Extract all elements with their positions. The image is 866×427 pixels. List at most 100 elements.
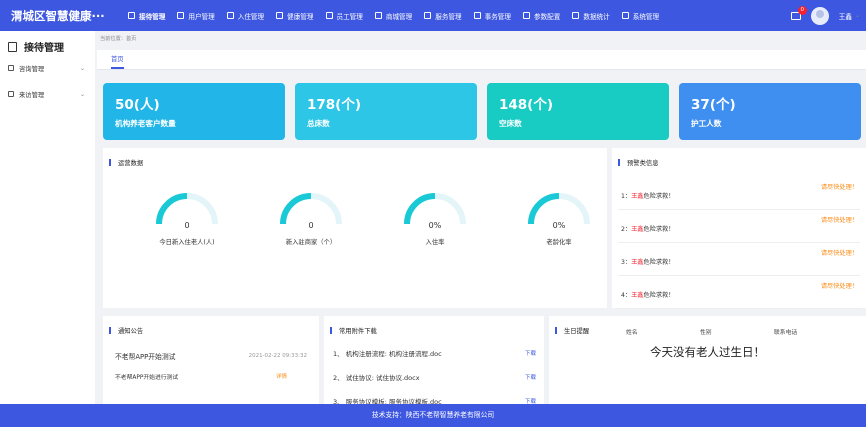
gauge-arc: 0: [156, 193, 218, 230]
warning-title: 预警类信息: [627, 159, 659, 167]
sidebar: 接待管理 咨询管理 ⌄ 来访管理 ⌄: [0, 31, 95, 404]
stat-cards: 50(人) 机构养老客户数量 178(个) 总床数 148(个) 空床数 37(个) 护工人数: [103, 83, 861, 140]
gauge-value: 0%: [553, 221, 566, 230]
app-title: 渭城区智慧健康···: [11, 8, 105, 23]
visit-icon: [8, 91, 14, 97]
chevron-down-icon: ⌄: [854, 12, 860, 19]
nav-item[interactable]: 员工管理: [320, 0, 369, 31]
tab-bar: 首页: [97, 50, 866, 70]
user-menu[interactable]: 王鑫 ⌄: [839, 11, 860, 21]
nav-item-label: 参数配置: [534, 12, 561, 21]
warning-panel: 预警类信息 1：王鑫危险求救！ 请尽快处理！ 2：王鑫危险求救！ 请尽快处理！ 3：王鑫…: [612, 148, 866, 309]
warning-text: 2：王鑫危险求救！: [621, 224, 674, 233]
downloads-title: 常用附件下载: [339, 327, 377, 335]
birthday-table-header: 姓名 性别 联系电话: [549, 327, 866, 336]
warning-action-link[interactable]: 请尽快处理！: [821, 281, 858, 290]
gauge: 0 今日新入住老人(人): [125, 190, 249, 246]
operation-title: 运营数据: [118, 159, 144, 167]
warning-index: 4：: [621, 292, 632, 299]
warning-message: 危险求救！: [643, 226, 675, 233]
mail-icon[interactable]: 0: [790, 5, 807, 20]
reception-icon: [8, 41, 17, 52]
tab-home[interactable]: 首页: [111, 54, 124, 69]
sidebar-title: 接待管理: [0, 31, 95, 55]
download-link[interactable]: 下载: [525, 349, 536, 357]
gauge-label: 入住率: [425, 239, 445, 246]
warning-index: 3：: [621, 259, 632, 266]
stat-value: 37(个): [691, 97, 736, 113]
gauge-row: 0 今日新入住老人(人) 0 新入驻商家（个） 0% 入住率 0% 老龄化率: [125, 190, 621, 246]
nav-item[interactable]: 接待管理: [122, 0, 171, 31]
nav-item-label: 员工管理: [336, 12, 363, 21]
sidebar-item-visit[interactable]: 来访管理 ⌄: [0, 81, 95, 107]
download-text: 3、 服务协议模板: 服务协议模板.doc: [333, 398, 442, 404]
nav-item-label: 事务管理: [484, 12, 511, 21]
nav-item[interactable]: 服务管理: [418, 0, 467, 31]
warning-index: 1：: [621, 193, 632, 200]
service-icon: [424, 12, 432, 19]
panel-title: 常用附件下载: [324, 323, 544, 337]
nav-item[interactable]: 入住管理: [221, 0, 270, 31]
warning-item: 3：王鑫危险求救！ 请尽快处理！: [618, 243, 860, 276]
nav-item-label: 服务管理: [435, 12, 462, 21]
nav-item-label: 入住管理: [237, 12, 265, 21]
nav-item[interactable]: 商城管理: [369, 0, 418, 31]
birthday-empty-text: 今天没有老人过生日！: [650, 345, 765, 359]
nav-item[interactable]: 参数配置: [517, 0, 566, 31]
warning-name: 王鑫: [631, 259, 644, 266]
operation-panel: 运营数据 0 今日新入住老人(人) 0 新入驻商家（个） 0% 入住率 0% 老龄化率: [103, 148, 607, 308]
warning-message: 危险求救！: [643, 259, 675, 266]
sidebar-title-label: 接待管理: [24, 43, 64, 54]
sidebar-item-consult[interactable]: 咨询管理 ⌄: [0, 55, 95, 81]
notice-item[interactable]: 不老帮APP开始测试 2021-02-22 09:33:32: [103, 346, 319, 366]
download-link[interactable]: 下载: [525, 397, 536, 404]
warning-text: 3：王鑫危险求救！: [621, 257, 674, 266]
warning-item: 1：王鑫危险求救！ 请尽快处理！: [618, 177, 860, 210]
gauge-arc: 0: [280, 193, 342, 230]
nav-item[interactable]: 用户管理: [171, 0, 220, 31]
stat-value: 50(人): [115, 97, 160, 113]
stat-value: 148(个): [499, 97, 554, 113]
warning-action-link[interactable]: 请尽快处理！: [821, 182, 858, 191]
warning-name: 王鑫: [631, 292, 644, 299]
notice-detail-link[interactable]: 详情: [276, 372, 287, 380]
chevron-down-icon: ⌄: [79, 90, 85, 98]
avatar[interactable]: [810, 6, 829, 25]
warning-message: 危险求救！: [643, 193, 675, 200]
gauge-value: 0%: [429, 221, 442, 230]
warning-action-link[interactable]: 请尽快处理！: [821, 248, 858, 257]
notice-text: 不老帮APP开始进行测试: [115, 374, 179, 381]
sidebar-item-label: 咨询管理: [19, 65, 45, 73]
birthday-title: 生日提醒: [564, 327, 590, 335]
warning-index: 2：: [621, 226, 632, 233]
notice-panel: 通知公告 不老帮APP开始测试 2021-02-22 09:33:32 不老帮A…: [103, 316, 319, 404]
breadcrumb: 当前位置：首页: [100, 36, 137, 42]
gauge: 0 新入驻商家（个）: [249, 190, 373, 246]
warning-text: 4：王鑫危险求救！: [621, 290, 674, 299]
stat-card: 37(个) 护工人数: [679, 83, 861, 140]
top-right-tools: 0 王鑫 ⌄: [790, 0, 860, 31]
warning-action-link[interactable]: 请尽快处理！: [821, 215, 858, 224]
nav-item-label: 接待管理: [139, 12, 166, 21]
notice-item[interactable]: 不老帮APP开始进行测试 详情: [103, 366, 319, 386]
nav-item-label: 系统管理: [632, 12, 660, 21]
warning-name: 王鑫: [631, 193, 644, 200]
nav-item[interactable]: 系统管理: [616, 0, 665, 31]
footer: 技术支持：陕西不老帮智慧养老有限公司: [0, 404, 866, 427]
nav-item[interactable]: 健康管理: [270, 0, 319, 31]
warning-message: 危险求救！: [643, 292, 675, 299]
nav-item[interactable]: 数据统计: [566, 0, 615, 31]
stat-card: 178(个) 总床数: [295, 83, 477, 140]
user-name: 王鑫: [838, 12, 852, 21]
checkin-icon: [226, 12, 234, 19]
nav-item[interactable]: 事务管理: [468, 0, 517, 31]
warning-text: 1：王鑫危险求救！: [621, 191, 674, 200]
download-item: 3、 服务协议模板: 服务协议模板.doc 下载: [324, 389, 544, 404]
stat-label: 空床数: [499, 119, 522, 128]
system-icon: [621, 12, 629, 19]
sidebar-item-label: 来访管理: [19, 91, 45, 99]
top-navbar: 渭城区智慧健康··· 接待管理 用户管理 入住管理 健康管理 员工管理 商城管理 服务管理 事…: [0, 0, 866, 31]
warning-item: 2：王鑫危险求救！ 请尽快处理！: [618, 210, 860, 243]
shop-icon: [374, 12, 382, 19]
download-link[interactable]: 下载: [525, 373, 536, 381]
